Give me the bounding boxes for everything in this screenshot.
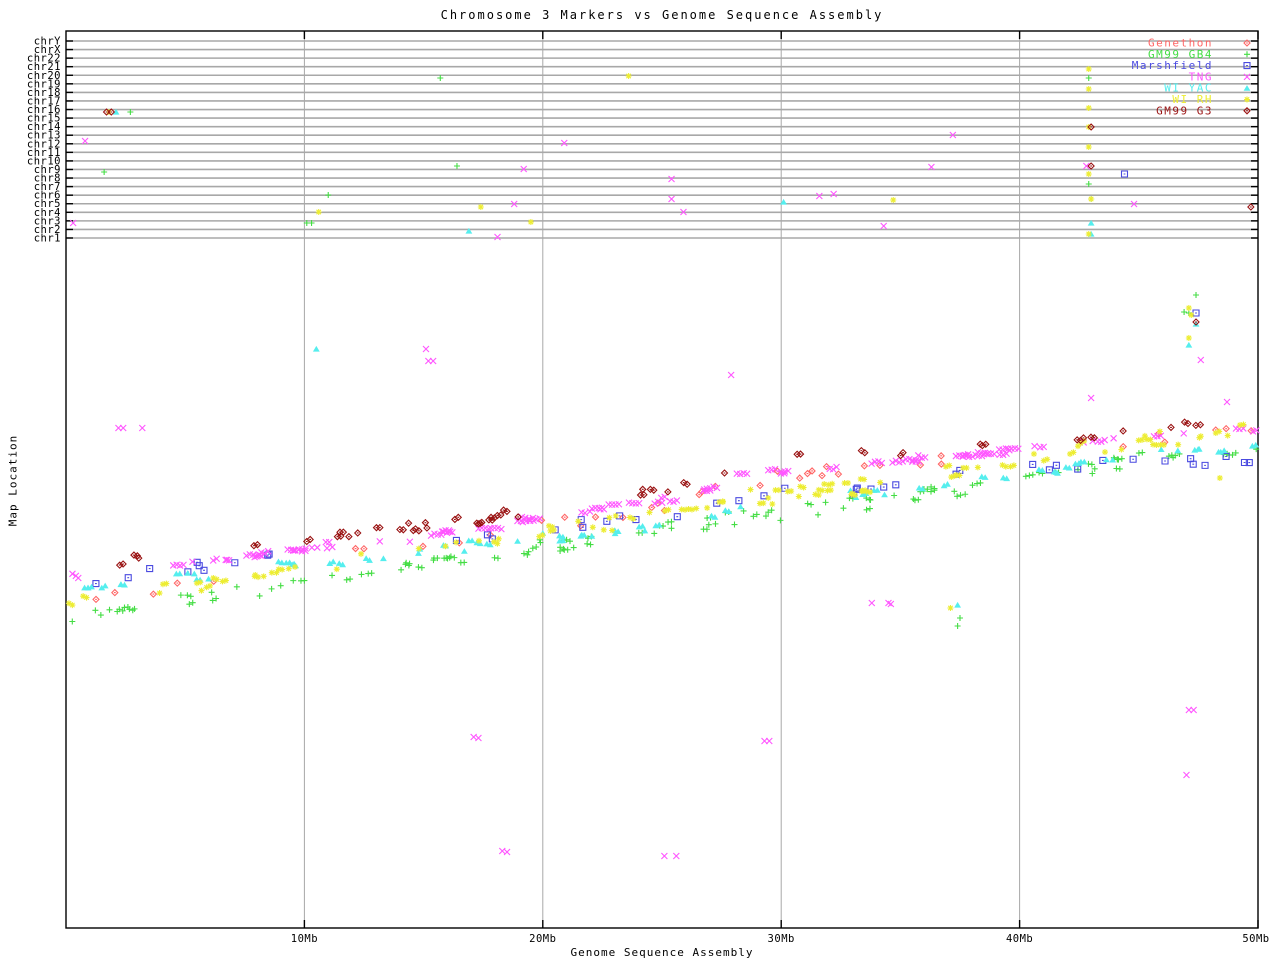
chromosome-labels: chrYchrXchr22chr21chr20chr19chr18chr17ch… [27,36,61,245]
series-wi_yac [81,109,1259,608]
chart-page: Chromosome 3 Markers vs Genome Sequence … [0,0,1280,960]
x-tick-label-30Mb: 30Mb [768,933,795,945]
grid-lines [304,31,1019,928]
plot-border [66,31,1258,928]
legend-label-gm99_g3: GM99 G3 [1156,104,1213,117]
x-tick-labels: 10Mb 20Mb 30Mb 40Mb 50Mb [291,933,1270,945]
x-tick-label-10Mb: 10Mb [291,933,318,945]
x-tick-label-20Mb: 20Mb [529,933,556,945]
x-tick-label-50Mb: 50Mb [1242,933,1269,945]
series-marshfield [93,171,1252,587]
x-tick-label-40Mb: 40Mb [1006,933,1033,945]
series-genethon [93,426,1254,603]
series-gm99_gb4 [69,75,1259,629]
legend-entry-gm99_g3: GM99 G3 [1156,104,1250,117]
legend: GenethonGM99 GB4MarshfieldTNGWI YACWI RH… [1132,37,1251,118]
chromosome-lines [66,41,1258,238]
chromosome-label-chr1: chr1 [34,233,61,245]
series-tng [69,132,1259,859]
chart-canvas: chrYchrXchr22chr21chr20chr19chr18chr17ch… [0,0,1280,960]
series-wi_rh [66,66,1247,611]
